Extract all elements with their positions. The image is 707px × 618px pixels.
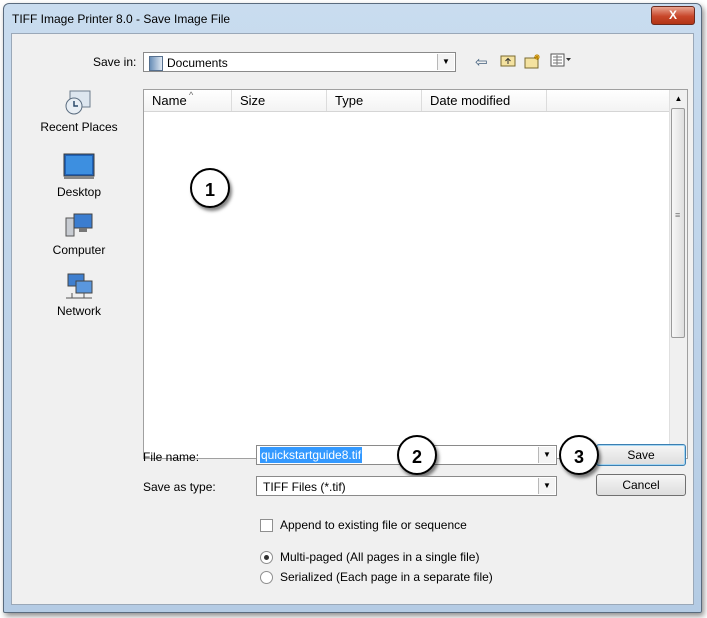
file-name-label: File name: [143, 450, 200, 464]
scroll-up-icon[interactable]: ▲ [670, 94, 687, 103]
append-checkbox[interactable] [260, 519, 273, 532]
column-header-type[interactable]: Type [327, 90, 422, 111]
dialog-body: Save in: Documents ▼ ⇦ Recent Places Des… [11, 33, 694, 605]
view-menu-icon[interactable] [550, 53, 572, 71]
new-folder-icon[interactable] [524, 53, 542, 73]
chevron-down-icon[interactable]: ▼ [538, 478, 555, 494]
append-label: Append to existing file or sequence [280, 518, 467, 532]
chevron-down-icon[interactable]: ▼ [538, 447, 555, 463]
save-in-combo[interactable]: Documents ▼ [143, 52, 456, 72]
sort-ascending-icon: ^ [189, 90, 194, 100]
place-recent-places[interactable]: Recent Places [23, 87, 135, 134]
save-in-value: Documents [167, 56, 228, 70]
radio-dot [264, 555, 269, 560]
save-as-type-select[interactable]: TIFF Files (*.tif) ▼ [256, 476, 557, 496]
close-button[interactable]: X [651, 6, 695, 25]
cancel-button[interactable]: Cancel [596, 474, 686, 496]
places-bar: Recent Places Desktop Computer Network [23, 79, 135, 454]
place-label: Network [56, 304, 101, 318]
computer-icon [62, 210, 96, 240]
save-as-type-value: TIFF Files (*.tif) [263, 480, 346, 494]
place-label: Desktop [56, 185, 102, 199]
network-icon [62, 271, 96, 301]
documents-folder-icon [149, 56, 163, 71]
multi-paged-label: Multi-paged (All pages in a single file) [280, 550, 480, 564]
save-button[interactable]: Save [596, 444, 686, 466]
multi-paged-radio[interactable] [260, 551, 273, 564]
chevron-down-icon[interactable]: ▼ [437, 54, 454, 70]
file-list[interactable]: Name ^ Size Type Date modified ▲ ≡ ▼ [143, 89, 688, 459]
callout-1: 1 [190, 168, 230, 208]
place-desktop[interactable]: Desktop [23, 152, 135, 199]
scroll-thumb[interactable]: ≡ [671, 108, 685, 338]
serialized-radio[interactable] [260, 571, 273, 584]
place-label: Computer [52, 243, 106, 257]
file-name-value: quickstartguide8.tif [260, 447, 363, 463]
column-header-name[interactable]: Name ^ [144, 90, 232, 111]
window-title: TIFF Image Printer 8.0 - Save Image File [12, 12, 231, 26]
callout-3: 3 [559, 435, 599, 475]
recent-places-icon [62, 87, 96, 117]
serialized-label: Serialized (Each page in a separate file… [280, 570, 493, 584]
grip-icon: ≡ [675, 210, 681, 220]
title-bar[interactable]: TIFF Image Printer 8.0 - Save Image File… [4, 4, 701, 34]
save-as-type-label: Save as type: [143, 480, 216, 494]
save-in-label: Save in: [93, 55, 137, 69]
desktop-icon [62, 152, 96, 182]
place-computer[interactable]: Computer [23, 210, 135, 257]
callout-2: 2 [397, 435, 437, 475]
up-folder-icon[interactable] [500, 53, 516, 71]
column-header-date-modified[interactable]: Date modified [422, 90, 547, 111]
place-network[interactable]: Network [23, 271, 135, 318]
vertical-scrollbar[interactable]: ▲ ≡ ▼ [669, 90, 687, 456]
column-header-size[interactable]: Size [232, 90, 327, 111]
file-list-header: Name ^ Size Type Date modified [144, 90, 670, 112]
back-arrow-icon[interactable]: ⇦ [475, 53, 488, 71]
save-image-dialog: TIFF Image Printer 8.0 - Save Image File… [3, 3, 702, 613]
place-label: Recent Places [40, 120, 118, 134]
